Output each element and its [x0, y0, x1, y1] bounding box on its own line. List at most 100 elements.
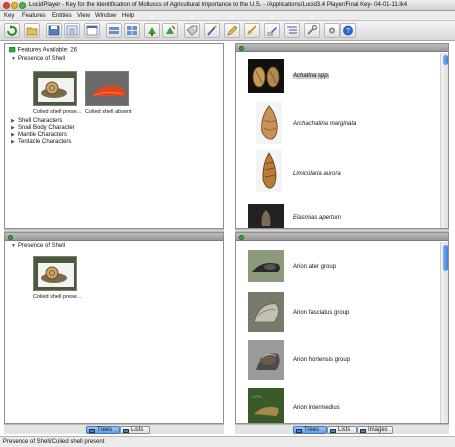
- find-button[interactable]: [204, 23, 220, 38]
- snail-image: [34, 72, 76, 105]
- prune-redundant-button[interactable]: [162, 23, 178, 38]
- open-key-button[interactable]: [24, 23, 40, 38]
- features-chosen-panel: ▼ Presence of Shell Coiled shell prese...: [4, 232, 224, 424]
- tools-button[interactable]: [304, 23, 320, 38]
- chosen-item-presence-of-shell[interactable]: ▼ Presence of Shell: [11, 243, 65, 249]
- scroll-thumb[interactable]: [442, 245, 448, 271]
- minimize-window-button[interactable]: [11, 2, 18, 9]
- save-button[interactable]: [46, 23, 62, 38]
- window-layout-button[interactable]: [84, 23, 100, 38]
- entity-image-elasmias[interactable]: [248, 204, 284, 228]
- tab-lists-right[interactable]: Lists: [327, 426, 357, 434]
- entity-image-arion-ater[interactable]: [248, 250, 284, 282]
- menu-entities[interactable]: Entities: [52, 13, 72, 19]
- collapsed-triangle-icon[interactable]: ▶: [11, 132, 18, 138]
- help-button[interactable]: ?: [340, 23, 356, 38]
- tree-root-icon: [8, 46, 16, 53]
- best-feature-button[interactable]: [224, 23, 240, 38]
- tree-item-presence-of-shell[interactable]: ▼ Presence of Shell: [11, 56, 65, 62]
- tree-item-label: Presence of Shell: [18, 56, 66, 62]
- close-window-button[interactable]: [3, 2, 10, 9]
- entities-remaining-header: [236, 44, 448, 52]
- restart-key-button[interactable]: [4, 23, 20, 38]
- similarities-button[interactable]: [244, 23, 260, 38]
- tree-item-tentacle-characters[interactable]: ▶ Tentacle Characters: [11, 139, 71, 145]
- tab-lists-left[interactable]: Lists: [120, 426, 150, 434]
- status-text: Presence of Shell/Coiled shell present: [3, 439, 105, 445]
- entity-image-arion-intermedius[interactable]: [248, 388, 284, 423]
- settings-button[interactable]: [324, 23, 340, 38]
- collapsed-triangle-icon[interactable]: ▶: [11, 139, 18, 145]
- status-bar: Presence of Shell/Coiled shell present: [0, 436, 455, 447]
- grid-icon: [127, 26, 137, 35]
- features-chosen-header: [5, 233, 223, 241]
- entity-image-arion-hortensis[interactable]: [248, 340, 284, 380]
- entity-image-arion-fasciatus[interactable]: [248, 292, 284, 332]
- scroll-thumb[interactable]: [442, 55, 448, 65]
- entity-label-archachatina[interactable]: Archachatina marginata: [293, 121, 356, 127]
- tree-item-snail-body-character[interactable]: ▶ Snail Body Character: [11, 125, 75, 131]
- snail-shell-image: [248, 204, 284, 228]
- list-features-button[interactable]: [64, 23, 80, 38]
- menu-features[interactable]: Features: [22, 13, 46, 19]
- gear-icon: [329, 27, 335, 34]
- list-icon: [66, 25, 78, 36]
- layout-rows-button[interactable]: [106, 23, 122, 38]
- menu-key[interactable]: Key: [4, 13, 14, 19]
- tree-item-label: Shell Characters: [18, 118, 63, 124]
- menu-view[interactable]: View: [77, 13, 90, 19]
- chosen-state-image[interactable]: [33, 256, 77, 291]
- menu-window[interactable]: Window: [95, 13, 116, 19]
- panel-status-icon: [239, 234, 244, 240]
- list-icon: [123, 428, 129, 433]
- entity-label-arion-intermedius[interactable]: Arion intermedius: [293, 405, 340, 411]
- zoom-window-button[interactable]: [19, 2, 26, 9]
- entities-remaining-scrollbar[interactable]: [440, 53, 448, 228]
- entity-label-elasmias[interactable]: Elasmias apertum: [293, 215, 341, 221]
- folder-icon: [26, 27, 38, 36]
- window-title: LucidPlayer - Key for the Identification…: [29, 2, 408, 8]
- tag-button[interactable]: [184, 23, 200, 38]
- expanded-triangle-icon[interactable]: ▼: [11, 243, 18, 249]
- entity-image-achatina[interactable]: [248, 59, 284, 93]
- entity-label-arion-ater[interactable]: Arion ater group: [293, 264, 336, 270]
- prune-button[interactable]: [144, 23, 160, 38]
- entity-label-arion-hortensis[interactable]: Arion hortensis group: [293, 357, 350, 363]
- state-image-coiled-absent[interactable]: [85, 71, 129, 106]
- collapsed-triangle-icon[interactable]: ▶: [11, 125, 18, 131]
- tree-item-label: Mantle Characters: [18, 132, 68, 138]
- expanded-triangle-icon[interactable]: ▼: [11, 56, 18, 62]
- menu-help[interactable]: Help: [122, 13, 134, 19]
- entity-image-limicolaria[interactable]: [256, 150, 282, 192]
- entity-image-archachatina[interactable]: [256, 102, 282, 144]
- entities-discarded-panel: Arion ater group Arion fasciatus group A…: [235, 232, 449, 424]
- snail-shell-image: [256, 150, 282, 192]
- tab-trees-left[interactable]: Trees: [86, 426, 120, 434]
- differences-button[interactable]: [264, 23, 280, 38]
- slug-image: [248, 340, 284, 380]
- pencil-icon: [227, 25, 238, 36]
- tab-images-right[interactable]: Images: [357, 426, 393, 434]
- tab-trees-right[interactable]: Trees: [293, 426, 327, 434]
- disk-icon: [48, 25, 60, 36]
- snail-shell-image: [248, 59, 284, 93]
- entity-label-achatina[interactable]: Achatina spp.: [293, 73, 330, 79]
- pen-list-icon: [267, 27, 277, 36]
- state-image-coiled-present[interactable]: [33, 71, 77, 106]
- tree-item-label: Tentacle Characters: [18, 139, 72, 145]
- wrench-icon: [307, 24, 318, 35]
- restart-icon: [7, 25, 17, 36]
- collapsed-triangle-icon[interactable]: ▶: [11, 118, 18, 124]
- panel-status-icon: [8, 234, 13, 240]
- entity-label-limicolaria[interactable]: Limicolaria aurora: [293, 171, 341, 177]
- slug-image: [248, 292, 284, 332]
- snail-image: [34, 257, 76, 290]
- panel-status-icon: [239, 45, 244, 51]
- right-tab-bar: Trees Lists Images: [235, 424, 449, 434]
- layout-grid-button[interactable]: [124, 23, 140, 38]
- tree-item-mantle-characters[interactable]: ▶ Mantle Characters: [11, 132, 67, 138]
- entity-label-arion-fasciatus[interactable]: Arion fasciatus group: [293, 310, 349, 316]
- outline-button[interactable]: [284, 23, 300, 38]
- entities-discarded-scrollbar[interactable]: [440, 242, 448, 423]
- tree-item-shell-characters[interactable]: ▶ Shell Characters: [11, 118, 62, 124]
